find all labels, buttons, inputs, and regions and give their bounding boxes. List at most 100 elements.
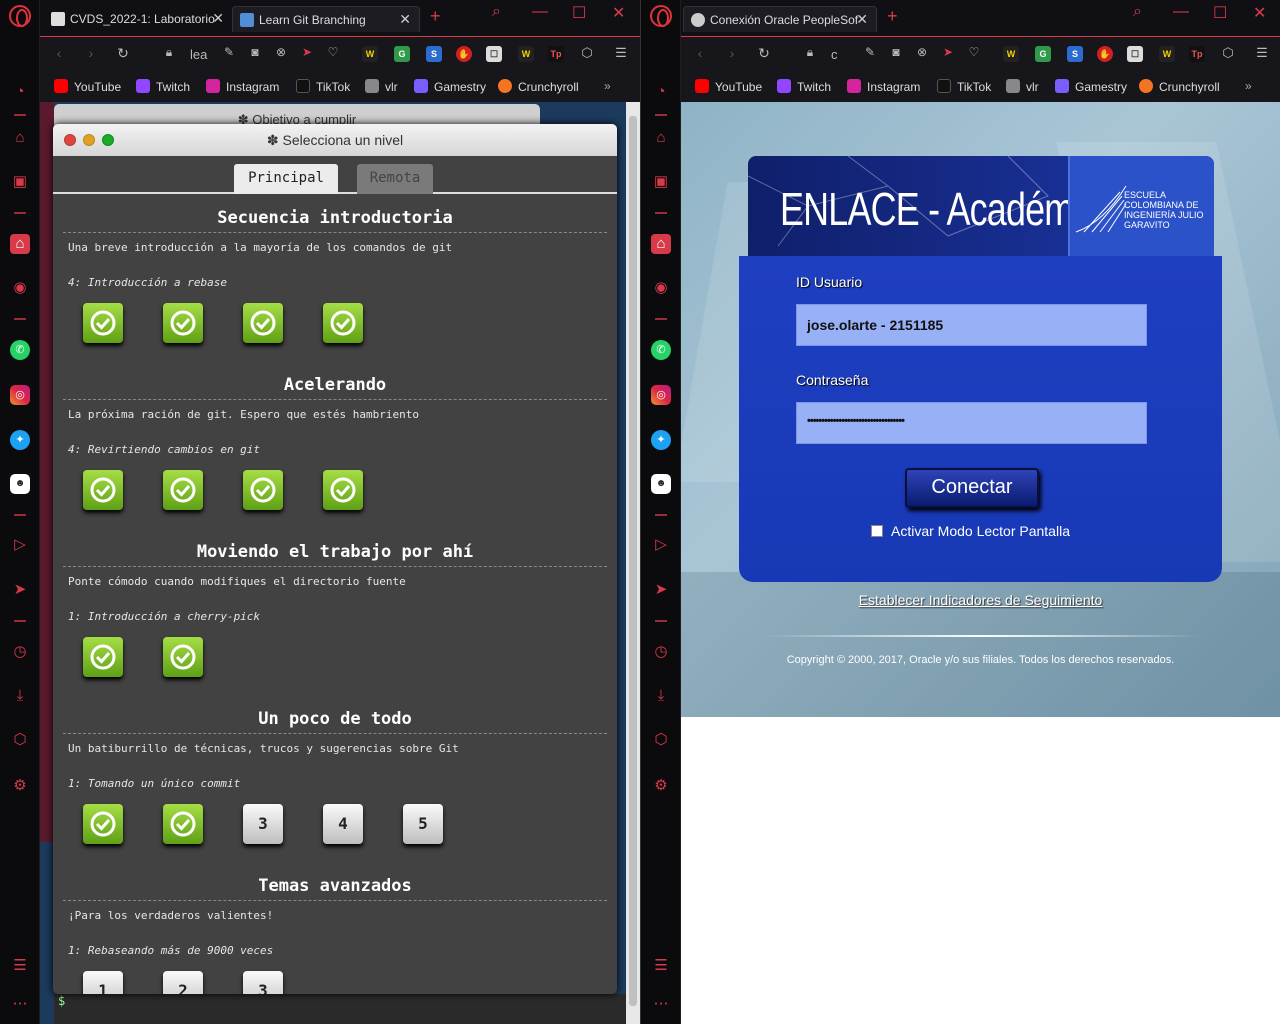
history-icon[interactable]: ◷: [10, 642, 30, 662]
new-tab-icon[interactable]: +: [887, 6, 898, 27]
level-completed-button[interactable]: [83, 637, 123, 677]
minimize-dot-icon[interactable]: [83, 134, 95, 146]
tracker-block-icon[interactable]: ⊗: [272, 45, 290, 59]
back-icon[interactable]: ‹: [50, 45, 68, 61]
extensions-icon[interactable]: ⬡: [10, 730, 30, 750]
level-completed-button[interactable]: [323, 303, 363, 343]
ext-stop-icon[interactable]: ✋: [1097, 46, 1113, 62]
gamepad-icon[interactable]: ◉: [10, 278, 30, 298]
bookmark-crunchyroll[interactable]: Crunchyroll: [1139, 79, 1220, 94]
downloads-icon[interactable]: ⤓: [651, 686, 671, 706]
tracker-block-icon[interactable]: ⊗: [913, 45, 931, 59]
level-completed-button[interactable]: [243, 470, 283, 510]
level-completed-button[interactable]: [323, 470, 363, 510]
opera-logo-icon[interactable]: [9, 5, 31, 27]
close-tab-icon[interactable]: ✕: [212, 10, 224, 27]
camera-icon[interactable]: ◙: [246, 45, 264, 59]
forward-icon[interactable]: ›: [82, 45, 100, 61]
easy-setup-icon[interactable]: ☰: [1253, 45, 1271, 61]
page-scrollbar[interactable]: [626, 102, 640, 1024]
gamepad-icon[interactable]: ◉: [651, 278, 671, 298]
bookmarks-overflow-icon[interactable]: »: [1245, 79, 1252, 93]
shopping-icon[interactable]: ⌂: [651, 128, 671, 148]
ext-steam-icon[interactable]: S: [1067, 46, 1083, 62]
ext-w2-icon[interactable]: W: [1159, 46, 1175, 62]
search-tabs-icon[interactable]: ⌕: [492, 3, 501, 21]
close-window-icon[interactable]: ✕: [612, 3, 625, 23]
shopping-icon[interactable]: ⌂: [10, 128, 30, 148]
tab-remota[interactable]: Remota: [357, 164, 433, 194]
screen-reader-checkbox[interactable]: [871, 525, 883, 537]
discord-icon[interactable]: ☻: [10, 474, 30, 494]
bookmark-vlr[interactable]: vlr: [365, 79, 398, 94]
bookmark-gamestry[interactable]: Gamestry: [1055, 79, 1127, 94]
twitch-sidebar-icon[interactable]: ▣: [651, 172, 671, 192]
send-icon[interactable]: ➤: [651, 580, 671, 600]
tab-learn-git[interactable]: Learn Git Branching ✕: [232, 6, 420, 32]
level-completed-button[interactable]: [243, 303, 283, 343]
edit-icon[interactable]: ✎: [220, 45, 238, 59]
send-icon[interactable]: ➤: [10, 580, 30, 600]
ext-tp-icon[interactable]: Tp: [1189, 46, 1205, 62]
minimize-icon[interactable]: —: [1173, 3, 1189, 21]
speed-dial-icon[interactable]: ◔: [10, 82, 30, 102]
instagram-icon[interactable]: ◎: [651, 385, 671, 405]
level-button[interactable]: 3: [243, 971, 283, 994]
maximize-icon[interactable]: ☐: [1213, 3, 1227, 23]
level-completed-button[interactable]: [83, 804, 123, 844]
bookmark-gamestry[interactable]: Gamestry: [414, 79, 486, 94]
close-tab-icon[interactable]: ✕: [399, 11, 411, 28]
bookmark-twitch[interactable]: Twitch: [777, 79, 831, 94]
easy-setup-icon[interactable]: ☰: [612, 45, 630, 61]
close-dot-icon[interactable]: [64, 134, 76, 146]
ext-grammar-icon[interactable]: G: [394, 46, 410, 62]
back-icon[interactable]: ‹: [691, 45, 709, 61]
twitter-icon[interactable]: ✦: [10, 430, 30, 450]
twitter-icon[interactable]: ✦: [651, 430, 671, 450]
url-field[interactable]: c: [831, 47, 853, 62]
speed-dial-icon[interactable]: ◔: [651, 82, 671, 102]
whatsapp-icon[interactable]: ✆: [651, 340, 671, 360]
extensions-icon[interactable]: ⬡: [651, 730, 671, 750]
bookmark-tiktok[interactable]: TikTok: [937, 79, 991, 94]
bookmark-instagram[interactable]: Instagram: [206, 79, 279, 94]
more-icon[interactable]: ⋯: [651, 994, 671, 1014]
bookmark-youtube[interactable]: YouTube: [695, 79, 762, 94]
downloads-icon[interactable]: ⤓: [10, 686, 30, 706]
level-completed-button[interactable]: [83, 470, 123, 510]
connect-button[interactable]: Conectar: [905, 468, 1039, 508]
twitch-sidebar-icon[interactable]: ▣: [10, 172, 30, 192]
zoom-dot-icon[interactable]: [102, 134, 114, 146]
home-icon[interactable]: ⌂: [10, 234, 30, 254]
level-completed-button[interactable]: [163, 303, 203, 343]
home-icon[interactable]: ⌂: [651, 234, 671, 254]
settings-icon[interactable]: ⚙: [651, 776, 671, 796]
ext-steam-icon[interactable]: S: [426, 46, 442, 62]
url-field[interactable]: lea: [190, 47, 212, 62]
new-tab-icon[interactable]: +: [430, 6, 441, 27]
whatsapp-icon[interactable]: ✆: [10, 340, 30, 360]
bookmark-crunchyroll[interactable]: Crunchyroll: [498, 79, 579, 94]
cube-icon[interactable]: ⬡: [1219, 45, 1237, 61]
settings-icon[interactable]: ⚙: [10, 776, 30, 796]
close-tab-icon[interactable]: ✕: [856, 11, 868, 28]
flow-icon[interactable]: ➤: [939, 45, 957, 59]
level-completed-button[interactable]: [163, 804, 203, 844]
tab-principal[interactable]: Principal: [234, 164, 338, 194]
reload-icon[interactable]: ↻: [114, 45, 132, 62]
flow-icon[interactable]: ➤: [298, 45, 316, 59]
level-button[interactable]: 1: [83, 971, 123, 994]
bookmark-twitch[interactable]: Twitch: [136, 79, 190, 94]
bookmark-youtube[interactable]: YouTube: [54, 79, 121, 94]
ext-clip-icon[interactable]: ☐: [486, 46, 502, 62]
bookmark-tiktok[interactable]: TikTok: [296, 79, 350, 94]
level-completed-button[interactable]: [163, 637, 203, 677]
maximize-icon[interactable]: ☐: [572, 3, 586, 23]
terminal-strip[interactable]: $: [54, 994, 626, 1024]
opera-logo-icon[interactable]: [650, 5, 672, 27]
camera-icon[interactable]: ◙: [887, 45, 905, 59]
edit-icon[interactable]: ✎: [861, 45, 879, 59]
sidebar-setup-icon[interactable]: ☰: [10, 956, 30, 976]
heart-icon[interactable]: ♡: [324, 45, 342, 59]
more-icon[interactable]: ⋯: [10, 994, 30, 1014]
